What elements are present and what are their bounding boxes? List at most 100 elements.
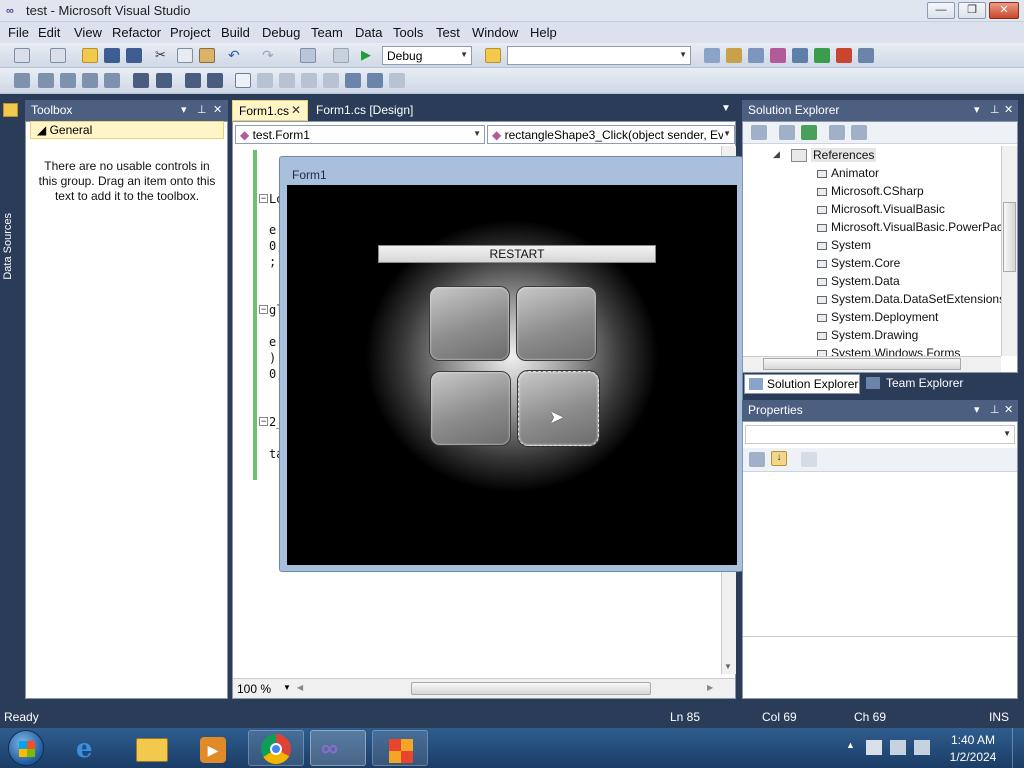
horizontal-scrollbar[interactable] xyxy=(743,356,1001,372)
zoom-level[interactable]: 100 % xyxy=(237,682,271,696)
chevron-down-icon[interactable]: ▾ xyxy=(181,103,187,116)
clock-date[interactable]: 1/2/2024 xyxy=(946,750,1000,764)
copy-icon[interactable] xyxy=(177,48,193,63)
tile-top-right[interactable] xyxy=(516,286,597,361)
navigate-back-icon[interactable] xyxy=(300,48,316,63)
horizontal-scrollbar-thumb[interactable] xyxy=(763,358,961,370)
view-designer-icon[interactable] xyxy=(851,125,867,140)
clock-time[interactable]: 1:40 AM xyxy=(946,733,1000,747)
start-debugging-icon[interactable]: ▶ xyxy=(361,48,377,63)
vertical-scrollbar[interactable] xyxy=(1001,146,1017,356)
scroll-down-icon[interactable]: ▼ xyxy=(724,662,732,671)
properties-object-select[interactable]: ▼ xyxy=(745,425,1015,444)
redo-icon[interactable]: ↷ xyxy=(262,48,278,63)
network-icon[interactable] xyxy=(890,740,906,755)
tab-form1-cs[interactable]: Form1.cs ✕ xyxy=(232,100,308,121)
show-hidden-icons[interactable]: ▲ xyxy=(846,740,855,750)
chevron-down-icon[interactable]: ▾ xyxy=(974,103,980,116)
open-folder-icon[interactable] xyxy=(82,48,98,63)
parameter-info-icon[interactable] xyxy=(38,73,54,88)
find-in-files-icon[interactable] xyxy=(485,48,501,63)
paste-icon[interactable] xyxy=(199,48,215,63)
taskbar-file-explorer[interactable] xyxy=(124,730,180,766)
show-all-files-icon[interactable] xyxy=(779,125,795,140)
menu-tools[interactable]: Tools xyxy=(393,25,423,40)
action-center-icon[interactable] xyxy=(866,740,882,755)
word-completion-icon[interactable] xyxy=(82,73,98,88)
pin-icon[interactable]: ⊥ xyxy=(197,103,207,116)
insert-snippet-icon[interactable] xyxy=(104,73,120,88)
menu-data[interactable]: Data xyxy=(355,25,382,40)
pin-icon[interactable]: ⊥ xyxy=(990,403,1000,416)
solution-configuration-select[interactable]: Debug ▼ xyxy=(382,46,472,65)
view-code-icon[interactable] xyxy=(829,125,845,140)
data-sources-tab[interactable]: Data Sources xyxy=(2,213,20,280)
collapse-icon[interactable]: − xyxy=(259,194,268,203)
toolbox-group-general[interactable]: ◢ General xyxy=(30,121,224,139)
menu-test[interactable]: Test xyxy=(436,25,460,40)
new-project-icon[interactable] xyxy=(14,48,30,63)
menu-refactor[interactable]: Refactor xyxy=(112,25,161,40)
menu-help[interactable]: Help xyxy=(530,25,557,40)
categorized-icon[interactable] xyxy=(749,452,765,467)
object-browser-icon[interactable] xyxy=(748,48,764,63)
tab-team-explorer[interactable]: Team Explorer xyxy=(864,374,974,394)
active-files-dropdown-icon[interactable]: ▼ xyxy=(721,103,731,114)
reference-item[interactable]: System.Windows.Forms xyxy=(831,346,960,356)
form1-window[interactable]: Form1 RESTART ➤ xyxy=(279,156,743,572)
previous-bookmark-icon[interactable] xyxy=(257,73,273,88)
taskbar-internet-explorer[interactable]: e xyxy=(62,730,118,766)
increase-indent-icon[interactable] xyxy=(156,73,172,88)
game-canvas[interactable]: RESTART ➤ xyxy=(287,185,737,565)
tile-bottom-left[interactable] xyxy=(430,371,511,446)
toolbox-icon[interactable] xyxy=(770,48,786,63)
alphabetical-icon[interactable]: ↓ xyxy=(771,451,787,466)
scroll-right-icon[interactable]: ▶ xyxy=(707,683,713,692)
tab-solution-explorer[interactable]: Solution Explorer xyxy=(744,374,860,394)
tab-form1-design[interactable]: Form1.cs [Design] xyxy=(310,100,460,121)
tile-top-left[interactable] xyxy=(429,286,510,361)
start-button[interactable] xyxy=(8,730,44,766)
toggle-bookmark-icon[interactable] xyxy=(235,73,251,88)
find-select[interactable]: ▼ xyxy=(507,46,691,65)
reference-item[interactable]: Microsoft.VisualBasic xyxy=(831,202,945,216)
start-page-icon[interactable] xyxy=(792,48,808,63)
save-icon[interactable] xyxy=(104,48,120,63)
properties-icon[interactable] xyxy=(751,125,767,140)
taskbar-visual-studio[interactable]: ∞ xyxy=(310,730,366,766)
next-bookmark-folder-icon[interactable] xyxy=(323,73,339,88)
reference-item[interactable]: System.Drawing xyxy=(831,328,918,342)
menu-project[interactable]: Project xyxy=(170,25,210,40)
bookmark-in-document-icon[interactable] xyxy=(345,73,361,88)
taskbar-chrome[interactable] xyxy=(248,730,304,766)
references-node[interactable]: References xyxy=(811,148,877,162)
menu-edit[interactable]: Edit xyxy=(38,25,60,40)
next-bookmark-in-document-icon[interactable] xyxy=(367,73,383,88)
restore-button[interactable]: ❐ xyxy=(958,2,986,19)
toolbox-empty-message[interactable]: There are no usable controls in this gro… xyxy=(36,159,218,204)
uncomment-lines-icon[interactable] xyxy=(207,73,223,88)
collapse-icon[interactable]: − xyxy=(259,305,268,314)
horizontal-scrollbar-thumb[interactable] xyxy=(411,682,651,695)
decrease-indent-icon[interactable] xyxy=(133,73,149,88)
extension-manager-icon[interactable] xyxy=(814,48,830,63)
close-window-button[interactable]: ✕ xyxy=(989,2,1019,19)
menu-team[interactable]: Team xyxy=(311,25,343,40)
reference-item[interactable]: System.Data xyxy=(831,274,900,288)
reference-item[interactable]: System.Core xyxy=(831,256,900,270)
close-icon[interactable]: ✕ xyxy=(1004,103,1013,116)
minimize-button[interactable]: — xyxy=(927,2,955,19)
reference-item[interactable]: Animator xyxy=(831,166,879,180)
cut-icon[interactable]: ✂ xyxy=(155,48,171,63)
property-pages-icon[interactable] xyxy=(801,452,817,467)
restart-button[interactable]: RESTART xyxy=(378,245,656,263)
zoom-dropdown-icon[interactable]: ▼ xyxy=(283,683,291,692)
reference-item[interactable]: Microsoft.VisualBasic.PowerPacks xyxy=(831,220,1001,234)
close-icon[interactable]: ✕ xyxy=(1004,403,1013,416)
close-icon[interactable]: ✕ xyxy=(213,103,222,116)
display-object-member-list-icon[interactable] xyxy=(14,73,30,88)
data-sources-icon[interactable] xyxy=(3,103,18,117)
properties-window-icon[interactable] xyxy=(726,48,742,63)
reference-item[interactable]: System.Data.DataSetExtensions xyxy=(831,292,1001,306)
navigate-forward-icon[interactable] xyxy=(333,48,349,63)
